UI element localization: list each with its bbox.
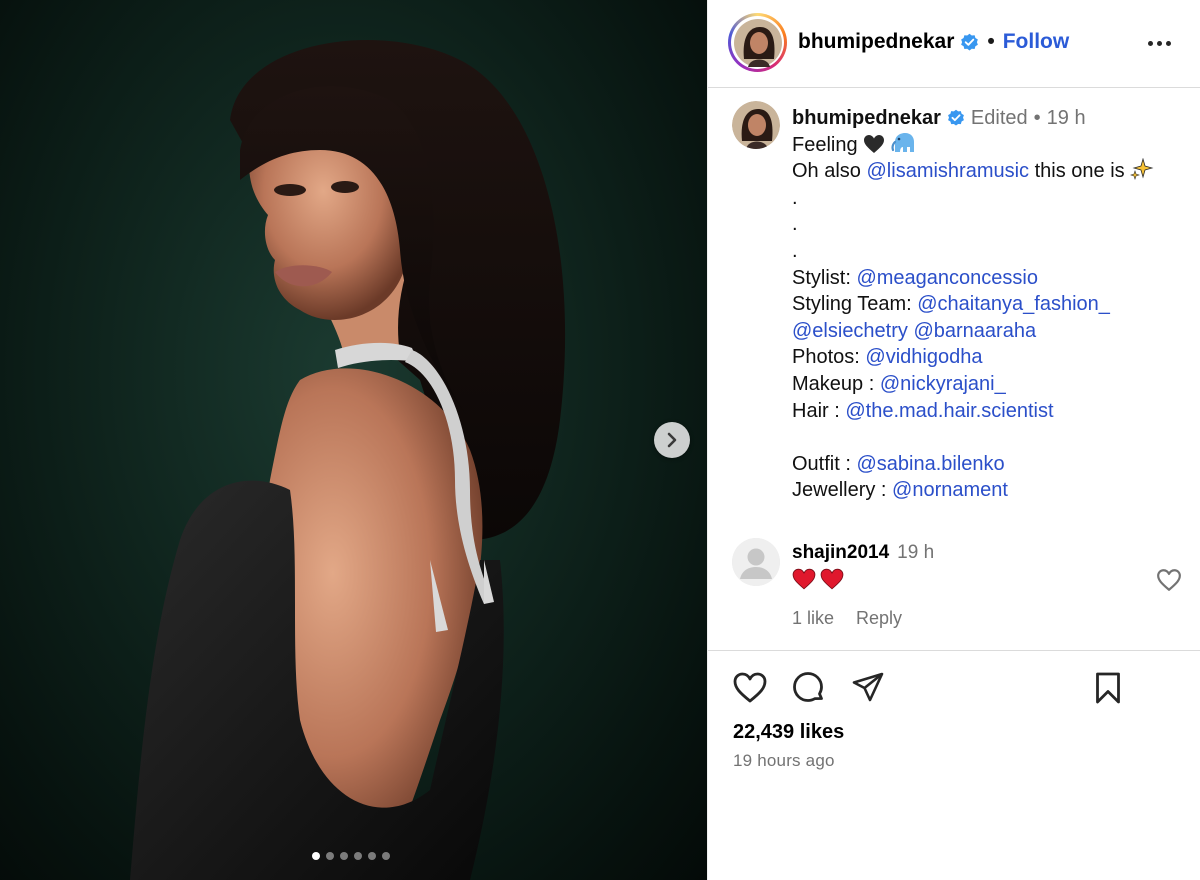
carousel-dot [326,852,334,860]
chevron-right-icon [667,432,677,448]
more-options-icon[interactable] [1144,28,1174,58]
posted-time[interactable]: 19 hours ago [733,751,835,771]
comment-item: shajin2014 19 h 1 like Reply [732,538,1192,638]
credit-stylist: Stylist: @meaganconcessio [792,266,1038,289]
comment-likes-count[interactable]: 1 like [792,608,834,629]
edited-label: Edited [970,107,1028,129]
caption-dot-line: . [792,186,798,209]
post-action-bar [732,670,1180,710]
red-heart-emoji [792,568,816,590]
carousel-dot [368,852,376,860]
follow-button[interactable]: Follow [1003,30,1070,54]
caption-time[interactable]: 19 h [1047,105,1086,132]
verified-badge-icon [961,33,979,50]
carousel-dot [354,852,362,860]
share-paper-plane-icon[interactable] [850,670,886,706]
author-username[interactable]: bhumipednekar [798,30,954,54]
caption-avatar[interactable] [732,101,780,149]
like-heart-icon[interactable] [732,670,768,706]
post-photo [130,40,566,880]
credit-styling-team-continued: @elsiechetry @barnaaraha [792,318,1192,345]
elephant-emoji [891,132,914,152]
credit-jewellery: Jewellery : @nornament [792,479,1008,502]
mention-styling-team-2[interactable]: @elsiechetry [792,320,908,342]
post-media [0,0,707,880]
credit-hair: Hair : @the.mad.hair.scientist [792,399,1054,422]
mention-lisamishramusic[interactable]: @lisamishramusic [867,160,1030,182]
comment-time[interactable]: 19 h [897,542,934,564]
actions-divider [708,650,1200,651]
mention-photos[interactable]: @vidhigodha [865,346,982,368]
author-avatar[interactable] [728,13,787,72]
carousel-dot [382,852,390,860]
caption-dot-line: . [792,213,798,236]
verified-badge-icon [948,110,964,126]
comment-reply-button[interactable]: Reply [856,608,902,629]
comment-bubble-icon[interactable] [790,670,826,706]
sparkles-emoji [1130,158,1154,181]
comment-text [792,568,1122,590]
mention-styling-team-3[interactable]: @barnaaraha [913,320,1036,342]
mention-stylist[interactable]: @meaganconcessio [856,267,1038,289]
mention-jewellery[interactable]: @nornament [892,479,1008,501]
post-header: bhumipednekar • Follow [708,0,1200,88]
post-details-panel: bhumipednekar • Follow bhumipednekar Edi… [707,0,1200,880]
mention-outfit[interactable]: @sabina.bilenko [856,453,1004,475]
bookmark-icon[interactable] [1090,670,1126,706]
commenter-avatar[interactable] [732,538,780,586]
caption-line-mention: Oh also @lisamishramusic this one is [792,158,1192,185]
red-heart-emoji [820,568,844,590]
mention-makeup[interactable]: @nickyrajani_ [880,373,1006,395]
credit-styling-team: Styling Team: @chaitanya_fashion_ [792,293,1110,316]
carousel-dot [340,852,348,860]
black-heart-emoji [864,134,885,153]
mention-styling-team-1[interactable]: @chaitanya_fashion_ [917,293,1110,315]
credit-photos: Photos: @vidhigodha [792,346,983,369]
default-avatar-icon [732,538,780,586]
comment-like-heart-icon[interactable] [1156,568,1182,592]
next-slide-button[interactable] [654,422,690,458]
credit-outfit: Outfit : @sabina.bilenko [792,452,1005,475]
caption-dot: • [1033,107,1041,129]
commenter-username[interactable]: shajin2014 [792,542,889,564]
caption-avatar-image [732,101,780,149]
carousel-dot-active [312,852,320,860]
caption-dot-line: . [792,239,798,262]
caption-line-feeling: Feeling [792,132,1192,159]
header-separator: • [987,30,995,53]
author-avatar-image [733,18,782,67]
carousel-dots [0,852,707,860]
caption-username[interactable]: bhumipednekar [792,105,941,132]
credit-makeup: Makeup : @nickyrajani_ [792,372,1006,395]
mention-hair[interactable]: @the.mad.hair.scientist [845,400,1053,422]
likes-count[interactable]: 22,439 likes [733,721,844,744]
